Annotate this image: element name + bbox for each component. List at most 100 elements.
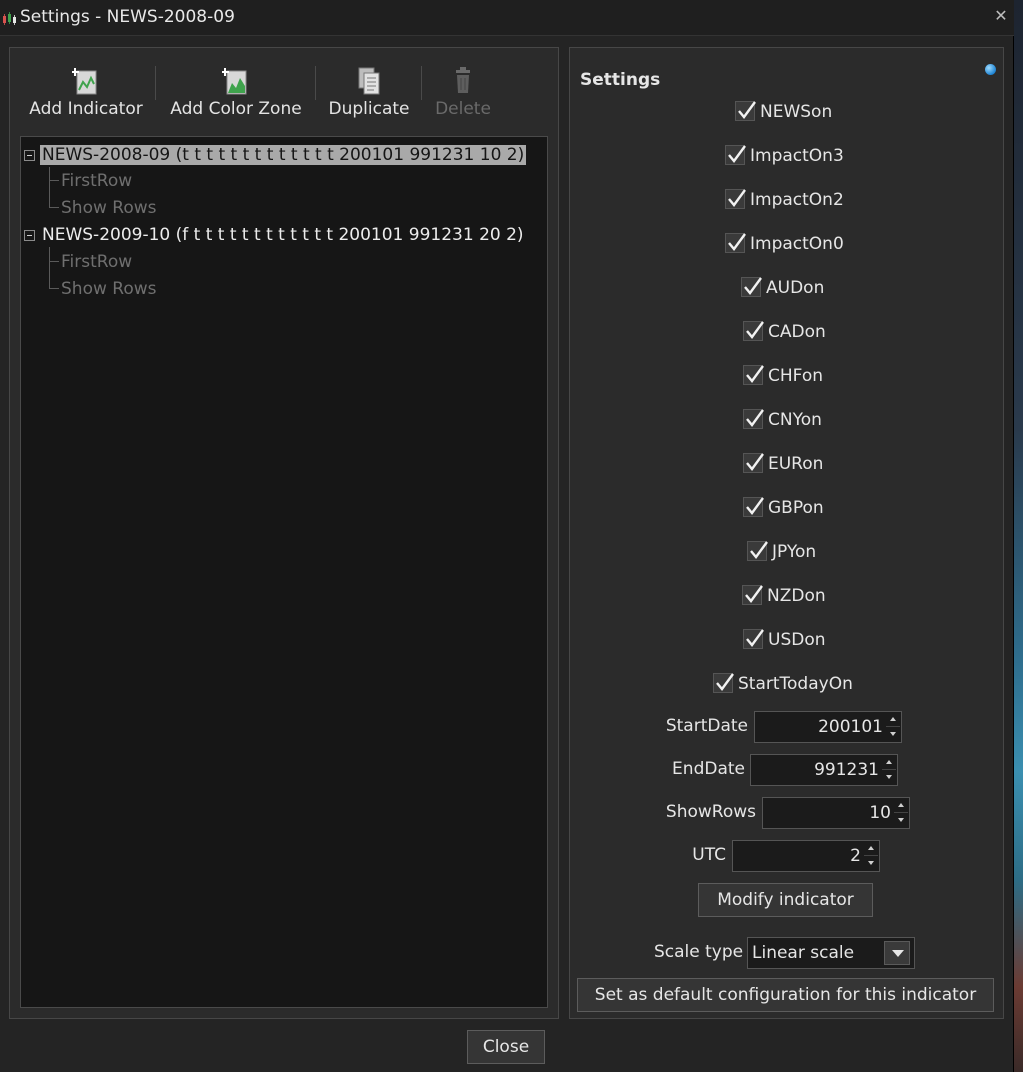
showrows-input[interactable]: 10 bbox=[762, 797, 910, 829]
checkbox[interactable] bbox=[743, 497, 764, 517]
indicator-list-panel: Add Indicator Add Color Zone Duplicate D… bbox=[9, 47, 559, 1019]
checkmark-icon bbox=[738, 101, 756, 119]
settings-title: Settings bbox=[580, 70, 661, 90]
spin-down-icon[interactable] bbox=[886, 727, 900, 741]
spinner bbox=[864, 842, 878, 870]
spin-down-icon[interactable] bbox=[864, 856, 878, 870]
tree-child-label: Show Rows bbox=[61, 279, 157, 299]
add-color-zone-icon bbox=[222, 68, 247, 95]
add-color-zone-button[interactable]: Add Color Zone bbox=[167, 48, 305, 132]
checkbox-label: NEWSon bbox=[760, 102, 833, 122]
startdate-input[interactable]: 200101 bbox=[754, 711, 902, 743]
title-bar[interactable]: Settings - NEWS-2008-09 ✕ bbox=[0, 0, 1014, 36]
checkbox[interactable] bbox=[743, 629, 764, 649]
delete-button[interactable]: Delete bbox=[428, 48, 498, 132]
showrows-value: 10 bbox=[869, 803, 891, 823]
utc-value: 2 bbox=[850, 846, 861, 866]
checkbox-label: EURon bbox=[768, 454, 824, 474]
add-color-zone-label: Add Color Zone bbox=[170, 99, 302, 119]
enddate-label: EndDate bbox=[672, 759, 745, 779]
checkbox[interactable] bbox=[743, 321, 764, 341]
close-icon[interactable]: ✕ bbox=[992, 6, 1010, 26]
tree-child-label: FirstRow bbox=[61, 252, 133, 272]
checkbox[interactable] bbox=[725, 233, 746, 253]
toolbar-separator bbox=[421, 66, 422, 100]
checkbox[interactable] bbox=[725, 189, 746, 209]
spin-up-icon[interactable] bbox=[894, 799, 908, 813]
tree-item-label: NEWS-2008-09 (t t t t t t t t t t t t t … bbox=[40, 145, 527, 165]
indicator-tree[interactable]: NEWS-2008-09 (t t t t t t t t t t t t t … bbox=[20, 136, 548, 1008]
checkbox[interactable] bbox=[735, 101, 756, 121]
tree-connector bbox=[49, 261, 59, 262]
duplicate-button[interactable]: Duplicate bbox=[322, 48, 416, 132]
duplicate-label: Duplicate bbox=[328, 99, 410, 119]
checkbox-label: StartTodayOn bbox=[738, 674, 853, 694]
startdate-label: StartDate bbox=[665, 716, 748, 736]
checkmark-icon bbox=[728, 145, 746, 163]
checkmark-icon bbox=[746, 365, 764, 383]
checkbox[interactable] bbox=[725, 145, 746, 165]
collapse-icon[interactable] bbox=[24, 150, 35, 161]
toolbar-separator bbox=[155, 66, 156, 100]
collapse-icon[interactable] bbox=[24, 230, 35, 241]
utc-input[interactable]: 2 bbox=[732, 840, 880, 872]
checkbox[interactable] bbox=[743, 365, 764, 385]
tree-connector bbox=[49, 180, 59, 181]
chevron-down-icon[interactable] bbox=[884, 941, 910, 965]
status-dot-icon bbox=[985, 64, 996, 75]
checkbox-label: NZDon bbox=[767, 586, 826, 606]
checkbox-label: ImpactOn3 bbox=[750, 146, 844, 166]
spinner bbox=[886, 713, 900, 741]
checkbox[interactable] bbox=[713, 673, 734, 693]
window-title: Settings - NEWS-2008-09 bbox=[20, 7, 235, 27]
spin-down-icon[interactable] bbox=[894, 813, 908, 827]
candlestick-chart-icon bbox=[3, 12, 16, 25]
checkbox[interactable] bbox=[743, 409, 764, 429]
enddate-input[interactable]: 991231 bbox=[750, 754, 898, 786]
checkbox[interactable] bbox=[747, 541, 768, 561]
tree-connector bbox=[49, 288, 59, 289]
checkbox-label: USDon bbox=[768, 630, 826, 650]
checkbox-label: GBPon bbox=[768, 498, 824, 518]
duplicate-icon bbox=[358, 67, 380, 95]
checkmark-icon bbox=[728, 233, 746, 251]
toolbar-separator bbox=[315, 66, 316, 100]
set-default-button[interactable]: Set as default configuration for this in… bbox=[577, 978, 994, 1012]
checkbox-label: CNYon bbox=[768, 410, 822, 430]
spin-up-icon[interactable] bbox=[864, 842, 878, 856]
checkbox-label: JPYon bbox=[772, 542, 817, 562]
enddate-value: 991231 bbox=[814, 760, 879, 780]
checkbox-label: CHFon bbox=[768, 366, 824, 386]
delete-label: Delete bbox=[435, 99, 491, 119]
showrows-row: ShowRows 10 bbox=[570, 797, 1005, 829]
tree-connector bbox=[49, 207, 59, 208]
spin-up-icon[interactable] bbox=[886, 713, 900, 727]
checkmark-icon bbox=[746, 629, 764, 647]
tree-connector bbox=[49, 247, 50, 289]
spin-down-icon[interactable] bbox=[882, 770, 896, 784]
add-indicator-icon bbox=[72, 68, 97, 95]
checkmark-icon bbox=[716, 673, 734, 691]
close-button[interactable]: Close bbox=[467, 1030, 545, 1064]
spin-up-icon[interactable] bbox=[882, 756, 896, 770]
settings-window: Settings - NEWS-2008-09 ✕ Add Indicator bbox=[0, 0, 1014, 1072]
tree-child-label: FirstRow bbox=[61, 171, 133, 191]
toolbar: Add Indicator Add Color Zone Duplicate D… bbox=[10, 48, 558, 132]
showrows-label: ShowRows bbox=[665, 802, 756, 822]
add-indicator-button[interactable]: Add Indicator bbox=[22, 48, 150, 132]
scale-type-select[interactable]: Linear scale bbox=[747, 937, 915, 969]
checkmark-icon bbox=[746, 409, 764, 427]
settings-panel: Settings NEWSon ImpactOn3 ImpactOn2 Impa… bbox=[569, 47, 1004, 1019]
checkmark-icon bbox=[746, 453, 764, 471]
spinner bbox=[882, 756, 896, 784]
trash-icon bbox=[456, 67, 470, 93]
checkbox[interactable] bbox=[743, 453, 764, 473]
tree-item-news-2009-10[interactable]: NEWS-2009-10 (f t t t t t t t t t t t t … bbox=[21, 223, 547, 247]
checkbox-label: CADon bbox=[768, 322, 826, 342]
utc-row: UTC 2 bbox=[570, 840, 1005, 872]
checkmark-icon bbox=[750, 541, 768, 559]
checkbox[interactable] bbox=[741, 277, 762, 297]
checkbox[interactable] bbox=[742, 585, 763, 605]
modify-indicator-button[interactable]: Modify indicator bbox=[698, 883, 873, 917]
tree-item-news-2008-09[interactable]: NEWS-2008-09 (t t t t t t t t t t t t t … bbox=[21, 143, 547, 167]
